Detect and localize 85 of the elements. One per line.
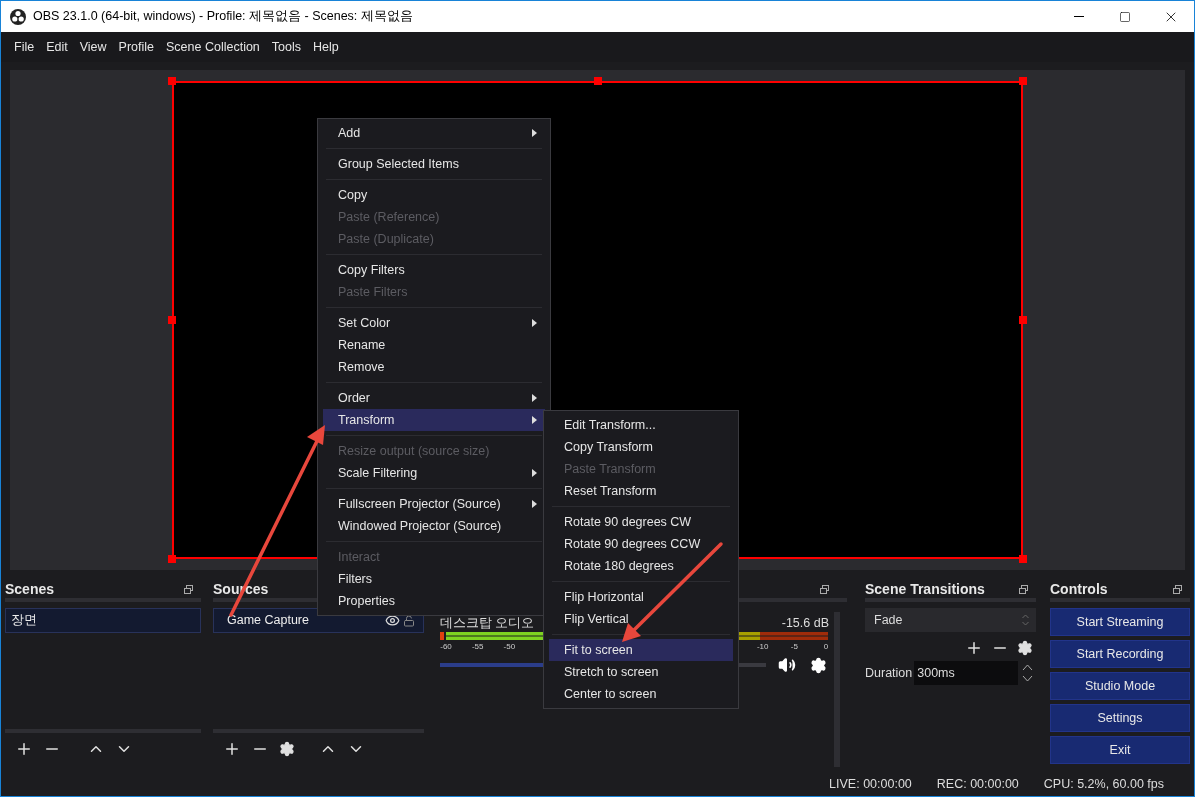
menu-item[interactable]: Transform — [323, 409, 545, 431]
menu-bar-item[interactable]: Scene Collection — [166, 37, 260, 57]
menu-bar-item[interactable]: Edit — [46, 37, 68, 57]
resize-handle[interactable] — [1019, 316, 1027, 324]
menu-item[interactable]: Copy Filters — [323, 259, 545, 281]
menu-bar-item[interactable]: Help — [313, 37, 339, 57]
resize-handle[interactable] — [1019, 77, 1027, 85]
menu-item[interactable]: Center to screen — [549, 683, 733, 705]
menu-item[interactable]: Fit to screen — [549, 639, 733, 661]
window-title: OBS 23.1.0 (64-bit, windows) - Profile: 제목없음 - Scenes: 제목없음 — [33, 8, 413, 26]
menu-item[interactable]: Remove — [323, 356, 545, 378]
add-icon[interactable] — [15, 740, 33, 758]
menu-bar-item[interactable]: View — [79, 37, 107, 57]
menu-item[interactable]: Group Selected Items — [323, 153, 545, 175]
control-button[interactable]: Settings — [1050, 704, 1190, 732]
control-button[interactable]: Studio Mode — [1050, 672, 1190, 700]
resize-handle[interactable] — [1019, 555, 1027, 563]
control-button[interactable]: Start Streaming — [1050, 608, 1190, 636]
control-button[interactable]: Start Recording — [1050, 640, 1190, 668]
menu-item[interactable]: Set Color — [323, 312, 545, 334]
meter-tick-label: -10 — [756, 641, 769, 653]
menu-item[interactable]: Rotate 90 degrees CCW — [549, 533, 733, 555]
spinner-arrows-icon[interactable] — [1022, 663, 1034, 683]
float-icon[interactable] — [820, 584, 829, 594]
duration-label: Duration — [865, 664, 913, 682]
menu-item[interactable]: Scale Filtering — [323, 462, 545, 484]
audio-channel-name: 데스크탑 오디오 — [440, 614, 535, 632]
submenu-arrow-icon — [532, 319, 537, 327]
control-button[interactable]: Exit — [1050, 736, 1190, 764]
menu-item[interactable]: Rotate 90 degrees CW — [549, 511, 733, 533]
menu-item[interactable]: Copy — [323, 184, 545, 206]
submenu-arrow-icon — [532, 500, 537, 508]
float-icon[interactable] — [1173, 584, 1182, 594]
speaker-icon[interactable] — [778, 656, 796, 674]
resize-handle[interactable] — [168, 555, 176, 563]
duration-field[interactable]: 300ms — [914, 661, 1019, 685]
menu-item[interactable]: Windowed Projector (Source) — [323, 515, 545, 537]
meter-tick-label: -50 — [503, 641, 516, 653]
menu-bar-item[interactable]: Tools — [271, 37, 301, 57]
meter-tick-label: -60 — [440, 641, 452, 653]
scene-item[interactable]: 장면 — [5, 608, 201, 633]
dock-title: Scenes — [5, 579, 55, 599]
submenu-arrow-icon — [532, 416, 537, 424]
maximize-icon — [1119, 10, 1131, 23]
app-logo-icon — [10, 8, 26, 25]
add-icon[interactable] — [965, 639, 983, 657]
menu-item[interactable]: Flip Horizontal — [549, 586, 733, 608]
submenu-arrow-icon — [532, 469, 537, 477]
meter-tick-label: -5 — [790, 641, 798, 653]
menu-item[interactable]: Stretch to screen — [549, 661, 733, 683]
resize-handle[interactable] — [168, 316, 176, 324]
settings-icon[interactable] — [1017, 640, 1033, 656]
menu-item[interactable]: Flip Vertical — [549, 608, 733, 630]
menu-item[interactable]: Rotate 180 degrees — [549, 555, 733, 577]
menu-item[interactable]: Copy Transform — [549, 436, 733, 458]
menu-item[interactable]: Rename — [323, 334, 545, 356]
dock-title: Scene Transitions — [865, 579, 985, 599]
meter-tick-label: 0 — [823, 641, 829, 653]
submenu-arrow-icon — [532, 129, 537, 137]
cpu-status: CPU: 5.2%, 60.00 fps — [1043, 775, 1164, 793]
recording-status: REC: 00:00:00 — [936, 775, 1019, 793]
eye-icon[interactable] — [385, 613, 400, 628]
audio-level-reading: -15.6 dB — [781, 614, 829, 632]
unlock-icon[interactable] — [403, 614, 415, 627]
menu-bar-item[interactable]: File — [14, 37, 35, 57]
menu-item[interactable]: Edit Transform... — [549, 414, 733, 436]
live-status: LIVE: 00:00:00 — [829, 775, 912, 793]
spinner-arrows-icon — [1022, 614, 1029, 626]
menu-item[interactable]: Filters — [323, 568, 545, 590]
meter-tick-label: -55 — [471, 641, 484, 653]
submenu-arrow-icon — [532, 394, 537, 402]
resize-handle[interactable] — [593, 77, 602, 85]
menu-item[interactable]: Order — [323, 387, 545, 409]
menu-item[interactable]: Reset Transform — [549, 480, 733, 502]
menu-item[interactable]: Add — [323, 122, 545, 144]
float-icon[interactable] — [1019, 584, 1028, 594]
float-icon[interactable] — [184, 584, 193, 594]
dock-title: Controls — [1050, 579, 1108, 599]
transition-select[interactable]: Fade — [865, 608, 1036, 632]
menu-bar-item[interactable]: Profile — [118, 37, 154, 57]
settings-icon[interactable] — [279, 741, 295, 757]
menu-item[interactable]: Fullscreen Projector (Source) — [323, 493, 545, 515]
add-icon[interactable] — [223, 740, 241, 758]
resize-handle[interactable] — [168, 77, 176, 85]
minimize-icon — [1074, 16, 1084, 17]
